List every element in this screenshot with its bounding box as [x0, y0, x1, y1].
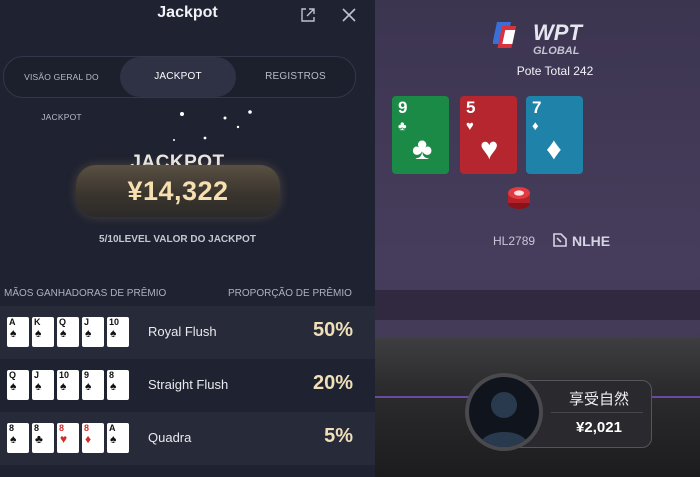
spade-icon: ♠	[85, 326, 92, 340]
spade-icon: ♠	[10, 379, 17, 393]
pot-total: Pote Total 242	[516, 64, 594, 78]
poker-table: WPT GLOBAL Pote Total 242 9 ♣ ♣ 5 ♥ ♥ 7 …	[375, 0, 700, 477]
playing-card: Q ♠	[7, 370, 29, 400]
tab-jackpot[interactable]: JACKPOT	[120, 57, 236, 97]
spade-icon: ♠	[10, 326, 17, 340]
column-header-hands: MÃOS GANHADORAS DE PRÊMIO	[4, 288, 167, 299]
hand-row-royal-flush: A ♠ K ♠ Q ♠ J ♠ 10 ♠ Royal Flush 50%	[0, 306, 375, 359]
hand-percent: 20%	[312, 372, 353, 394]
table-felt-edge	[375, 290, 700, 320]
hand-cards: A ♠ K ♠ Q ♠ J ♠ 10 ♠	[7, 317, 132, 347]
column-header-ratio: PROPORÇÃO DE PRÊMIO	[228, 288, 352, 299]
playing-card: A ♠	[107, 423, 129, 453]
tab-jackpot-overview[interactable]: VISÃO GERAL DO JACKPOT	[4, 57, 119, 122]
board-card-2: 5 ♥ ♥	[460, 96, 517, 174]
share-icon[interactable]	[300, 7, 316, 23]
jackpot-subtitle: 5/10LEVEL VALOR DO JACKPOT	[99, 234, 256, 245]
tab-bar: VISÃO GERAL DO JACKPOT JACKPOT REGISTROS	[3, 56, 356, 122]
heart-icon: ♥	[466, 118, 474, 133]
spade-icon: ♠	[35, 326, 42, 340]
diamond-icon: ♦	[546, 131, 562, 166]
avatar[interactable]	[469, 377, 539, 447]
panel-title: Jackpot	[157, 4, 218, 21]
player-name: 享受自然	[568, 391, 629, 408]
spade-icon: ♠	[35, 379, 42, 393]
wpt-logo-subtext: GLOBAL	[533, 45, 580, 57]
hand-percent: 50%	[312, 319, 353, 341]
spade-icon: ♠	[60, 379, 67, 393]
board-card-1: 9 ♣ ♣	[392, 96, 449, 174]
game-id: HL2789	[493, 234, 536, 248]
hand-name: Straight Flush	[148, 377, 229, 392]
hand-row-quads: 8 ♠ 8 ♣ 8 ♥ 8 ♦ A ♠ Quadra 5%	[0, 412, 375, 465]
playing-card: A ♠	[7, 317, 29, 347]
club-icon: ♣	[412, 131, 433, 166]
hand-name: Royal Flush	[148, 324, 217, 339]
close-icon[interactable]	[342, 8, 356, 22]
card-rank: 5	[466, 98, 476, 117]
playing-card: 8 ♦	[82, 423, 104, 453]
playing-card: 9 ♠	[82, 370, 104, 400]
playing-card: 8 ♠	[107, 370, 129, 400]
wpt-logo: WPT GLOBAL	[493, 20, 583, 57]
spade-icon: ♠	[85, 379, 92, 393]
diamond-icon: ♦	[85, 432, 92, 446]
club-icon: ♣	[35, 432, 43, 446]
playing-card: Q ♠	[57, 317, 79, 347]
playing-card: 8 ♠	[7, 423, 29, 453]
playing-card: J ♠	[32, 370, 54, 400]
playing-card: J ♠	[82, 317, 104, 347]
player-stack: ¥2,021	[576, 419, 622, 436]
playing-card: 10 ♠	[107, 317, 129, 347]
avatar-icon	[479, 392, 529, 447]
jackpot-panel: Jackpot VISÃO GERAL DO JACKPOT JACKPOT R…	[0, 0, 375, 477]
hand-cards: Q ♠ J ♠ 10 ♠ 9 ♠ 8 ♠	[7, 370, 132, 400]
wpt-logo-text: WPT	[533, 20, 583, 45]
nlhe-icon	[553, 233, 567, 247]
sparkles-decoration	[173, 110, 252, 141]
diamond-icon: ♦	[532, 118, 539, 133]
spade-icon: ♠	[110, 432, 117, 446]
card-rank: 9	[398, 98, 408, 117]
card-rank: 7	[532, 98, 542, 117]
player-divider	[551, 412, 643, 413]
hand-row-straight-flush: Q ♠ J ♠ 10 ♠ 9 ♠ 8 ♠ Straight Flush 20%	[0, 359, 375, 412]
hand-name: Quadra	[148, 430, 192, 445]
club-icon: ♣	[398, 118, 407, 133]
playing-card: 10 ♠	[57, 370, 79, 400]
playing-card: 8 ♣	[32, 423, 54, 453]
hand-percent: 5%	[324, 425, 353, 447]
tab-records[interactable]: REGISTROS	[236, 57, 355, 97]
chip-icon	[508, 187, 530, 209]
spade-icon: ♠	[10, 432, 17, 446]
hand-cards: 8 ♠ 8 ♣ 8 ♥ 8 ♦ A ♠	[7, 423, 132, 453]
jackpot-amount: ¥14,322	[127, 176, 229, 206]
heart-icon: ♥	[480, 131, 499, 166]
game-type: NLHE	[572, 233, 611, 249]
board-card-3: 7 ♦ ♦	[526, 96, 583, 174]
spade-icon: ♠	[60, 326, 67, 340]
playing-card: K ♠	[32, 317, 54, 347]
spade-icon: ♠	[110, 326, 117, 340]
playing-card: 8 ♥	[57, 423, 79, 453]
heart-icon: ♥	[60, 432, 68, 446]
spade-icon: ♠	[110, 379, 117, 393]
